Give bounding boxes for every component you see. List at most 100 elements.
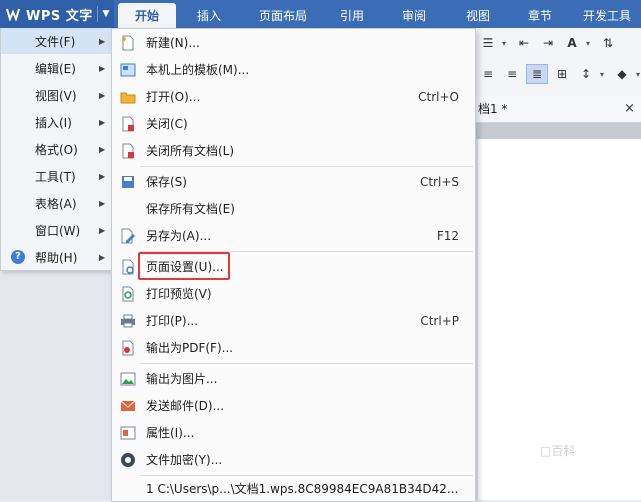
line-spacing-icon[interactable]: ↕	[576, 65, 596, 83]
menu-item-label: 视图(V)	[35, 88, 77, 103]
menu-item-label: 插入(I)	[35, 115, 72, 130]
menu-item-encrypt[interactable]: 文件加密(Y)...	[112, 446, 475, 473]
tab-sections[interactable]: 章节	[508, 0, 572, 28]
document-tab[interactable]: 档1 *	[478, 96, 507, 122]
menu-item-save[interactable]: 保存(S) Ctrl+S	[112, 168, 475, 195]
properties-icon	[120, 425, 136, 441]
wps-logo-icon	[6, 8, 20, 21]
menu-item-shortcut: Ctrl+S	[419, 174, 459, 189]
menu-item-label: 打印(P)...	[146, 314, 199, 328]
save-icon	[120, 174, 136, 190]
chevron-down-icon[interactable]: ▾	[586, 39, 590, 48]
chevron-right-icon: ▶	[99, 225, 106, 235]
close-icon[interactable]: ×	[624, 96, 635, 122]
menu-item-label: 1 C:\Users\p...\文档1.wps.8C89984EC9A81B34…	[146, 482, 459, 496]
svg-text:✦: ✦	[121, 35, 128, 44]
menu-item-print[interactable]: 打印(P)... Ctrl+P	[112, 307, 475, 334]
menu-item-shortcut: Ctrl+P	[420, 313, 459, 328]
shading-icon[interactable]: ◆	[612, 65, 632, 83]
open-folder-icon	[120, 89, 136, 105]
menu-item-close[interactable]: 关闭(C)	[112, 110, 475, 137]
tab-view[interactable]: 视图	[448, 0, 508, 28]
chevron-right-icon: ▶	[99, 198, 106, 208]
menu-item-label: 打印预览(V)	[146, 287, 212, 301]
menu-separator	[140, 166, 473, 167]
menu-item-local-templates[interactable]: 本机上的模板(M)...	[112, 56, 475, 83]
increase-indent-icon[interactable]: ⇥	[538, 34, 558, 52]
menu-item-label: 打开(O)...	[146, 90, 201, 104]
menu-item-edit[interactable]: 编辑(E) ▶	[1, 55, 111, 81]
numbered-list-icon[interactable]: ☰	[478, 34, 498, 52]
sort-icon[interactable]: ⇅	[598, 34, 618, 52]
menu-item-label: 输出为图片...	[146, 372, 218, 386]
distributed-align-icon[interactable]: ⊞	[552, 65, 572, 83]
menu-item-insert[interactable]: 插入(I) ▶	[1, 109, 111, 135]
close-all-documents-icon	[120, 143, 136, 159]
tab-review[interactable]: 审阅	[380, 0, 448, 28]
menu-item-close-all[interactable]: 关闭所有文档(L)	[112, 137, 475, 164]
chevron-right-icon: ▶	[99, 252, 106, 262]
encrypt-icon	[120, 452, 136, 468]
chevron-right-icon: ▶	[99, 171, 106, 181]
tab-developer[interactable]: 开发工具	[572, 0, 641, 28]
menu-item-label: 关闭(C)	[146, 117, 188, 131]
chevron-down-icon[interactable]: ▼	[97, 6, 114, 22]
menu-item-send-email[interactable]: 发送邮件(D)...	[112, 392, 475, 419]
chevron-right-icon: ▶	[99, 90, 106, 100]
menu-item-table[interactable]: 表格(A) ▶	[1, 190, 111, 216]
menu-item-properties[interactable]: 属性(I)...	[112, 419, 475, 446]
menu-item-label: 输出为PDF(F)...	[146, 341, 234, 355]
highlight-box	[138, 252, 230, 280]
menu-item-help[interactable]: ? 帮助(H) ▶	[1, 244, 111, 270]
image-export-icon	[120, 371, 136, 387]
chevron-right-icon: ▶	[99, 144, 106, 154]
wps-menu-button[interactable]: WPS 文字 ▼	[0, 0, 114, 28]
print-preview-icon	[120, 286, 136, 302]
menu-item-label: 帮助(H)	[35, 250, 78, 265]
menu-item-label: 工具(T)	[35, 169, 76, 184]
chevron-down-icon[interactable]: ▾	[502, 39, 506, 48]
menu-item-label: 保存所有文档(E)	[146, 202, 235, 216]
tab-page-layout[interactable]: 页面布局	[242, 0, 324, 28]
menu-item-new[interactable]: ✦ 新建(N)...	[112, 29, 475, 56]
menu-item-label: 格式(O)	[35, 142, 78, 157]
font-size-icon[interactable]: A	[562, 34, 582, 52]
menu-item-label: 本机上的模板(M)...	[146, 63, 250, 77]
menu-item-export-pdf[interactable]: 输出为PDF(F)...	[112, 334, 475, 361]
menu-item-label: 保存(S)	[146, 175, 187, 189]
app-title: WPS 文字	[26, 8, 93, 24]
watermark: □百科	[540, 444, 576, 458]
menu-item-label: 另存为(A)...	[146, 229, 212, 243]
tab-references[interactable]: 引用	[324, 0, 380, 28]
menu-item-save-all[interactable]: 保存所有文档(E)	[112, 195, 475, 222]
tab-insert[interactable]: 插入	[176, 0, 242, 28]
menu-item-open[interactable]: 打开(O)... Ctrl+O	[112, 83, 475, 110]
main-menu: 文件(F) ▶ 编辑(E) ▶ 视图(V) ▶ 插入(I) ▶ 格式(O) ▶ …	[0, 28, 112, 271]
mail-icon	[120, 398, 136, 414]
justify-icon[interactable]: ≣	[526, 64, 548, 84]
menu-item-save-as[interactable]: 另存为(A)... F12	[112, 222, 475, 249]
align-center-icon[interactable]: ≡	[478, 65, 498, 83]
tab-home[interactable]: 开始	[118, 3, 176, 28]
menu-item-label: 表格(A)	[35, 196, 77, 211]
ribbon-row-2: ≡ ≡ ≣ ⊞ ↕ ▾ ◆ ▾	[478, 64, 641, 84]
decrease-indent-icon[interactable]: ⇤	[514, 34, 534, 52]
menu-item-file[interactable]: 文件(F) ▶	[1, 28, 111, 54]
menu-item-shortcut: F12	[436, 228, 459, 243]
menu-item-export-image[interactable]: 输出为图片...	[112, 365, 475, 392]
close-document-icon	[120, 116, 136, 132]
menu-item-window[interactable]: 窗口(W) ▶	[1, 217, 111, 243]
align-right-icon[interactable]: ≡	[502, 65, 522, 83]
menu-item-print-preview[interactable]: 打印预览(V)	[112, 280, 475, 307]
menu-item-format[interactable]: 格式(O) ▶	[1, 136, 111, 162]
chevron-right-icon: ▶	[99, 117, 106, 127]
menu-item-view[interactable]: 视图(V) ▶	[1, 82, 111, 108]
chevron-right-icon: ▶	[99, 63, 106, 73]
menu-item-label: 关闭所有文档(L)	[146, 144, 235, 158]
menu-item-label: 文件(F)	[35, 34, 76, 49]
menu-item-recent-file[interactable]: 1 C:\Users\p...\文档1.wps.8C89984EC9A81B34…	[112, 475, 475, 502]
menu-item-tools[interactable]: 工具(T) ▶	[1, 163, 111, 189]
chevron-down-icon[interactable]: ▾	[636, 70, 640, 79]
chevron-down-icon[interactable]: ▾	[600, 70, 604, 79]
chevron-right-icon: ▶	[99, 36, 106, 46]
